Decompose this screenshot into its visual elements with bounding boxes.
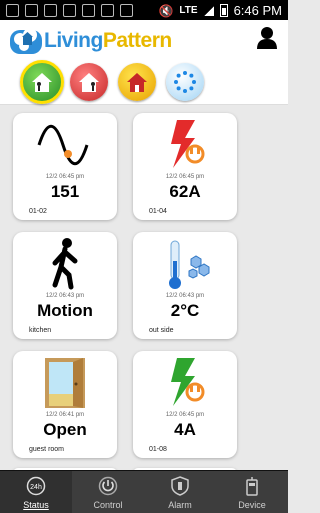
sensor-tile-signal[interactable]: 12/2 06:45 pm 151 01-02 xyxy=(13,113,117,220)
tile-value: 151 xyxy=(50,182,80,201)
house-icon xyxy=(127,73,147,92)
signal-icon xyxy=(203,5,214,16)
power-plug-green-icon xyxy=(171,358,205,406)
mode-home-button[interactable] xyxy=(20,60,64,104)
sensor-tile-temperature[interactable]: 12/2 06:43 pm 2°C out side xyxy=(133,232,237,339)
thermometer-icon xyxy=(169,240,210,289)
spinner-icon xyxy=(174,71,196,93)
tile-timestamp: 12/2 06:45 pm xyxy=(45,174,85,180)
user-icon[interactable] xyxy=(256,26,278,50)
svg-text:24h: 24h xyxy=(30,484,42,491)
tile-label: kitchen xyxy=(29,327,52,334)
device-icon xyxy=(246,477,258,496)
brand-title: LivingPattern xyxy=(44,29,172,53)
tile-label: 01-02 xyxy=(29,208,47,215)
door-icon xyxy=(45,358,85,408)
tile-label: out side xyxy=(149,327,174,334)
tile-timestamp: 12/2 06:43 pm xyxy=(45,293,85,299)
brand-title-part1: Living xyxy=(44,29,103,52)
power-icon xyxy=(98,476,118,496)
mode-loading-button[interactable] xyxy=(166,63,204,101)
tile-value: 62A xyxy=(169,182,201,201)
tile-value: Open xyxy=(43,420,87,439)
sensor-tile-power[interactable]: 12/2 06:45 pm 62A 01-04 xyxy=(133,113,237,220)
clock-24h-icon: 24h xyxy=(26,476,46,496)
tile-timestamp: 12/2 06:45 pm xyxy=(165,174,205,180)
tile-value: Motion xyxy=(37,301,93,320)
tile-timestamp: 12/2 06:41 pm xyxy=(45,412,85,418)
nav-status-label: Status xyxy=(23,500,49,510)
shield-icon xyxy=(171,476,189,496)
app-logo-icon xyxy=(10,28,42,54)
mode-toolbar xyxy=(0,60,288,105)
app-header: LivingPattern xyxy=(0,20,288,61)
mute-icon: 🔇 xyxy=(158,3,174,18)
tile-timestamp: 12/2 06:43 pm xyxy=(165,293,205,299)
nav-alarm[interactable]: Alarm xyxy=(144,471,216,513)
nav-control-label: Control xyxy=(93,500,123,510)
brand-title-part2: Pattern xyxy=(102,29,172,52)
network-type: LTE xyxy=(179,5,198,16)
sensor-tile-door[interactable]: 12/2 06:41 pm Open guest room xyxy=(13,351,117,458)
nav-device-label: Device xyxy=(238,500,266,510)
sensor-tile-power-2[interactable]: 12/2 06:45 pm 4A 01-08 xyxy=(133,351,237,458)
battery-icon xyxy=(219,4,228,17)
bottom-navigation: 24h Status Control Alarm Device xyxy=(0,470,288,513)
status-bar: 🔇 LTE 6:46 PM xyxy=(0,0,288,20)
sensor-tile-motion[interactable]: 12/2 06:43 pm Motion kitchen xyxy=(13,232,117,339)
tile-timestamp: 12/2 06:45 pm xyxy=(165,412,205,418)
tile-value: 4A xyxy=(174,420,196,439)
notification-icons xyxy=(6,4,133,17)
mode-away-button[interactable] xyxy=(70,63,108,101)
away-home-icon xyxy=(79,73,99,92)
nav-control[interactable]: Control xyxy=(72,471,144,513)
mode-night-button[interactable] xyxy=(118,63,156,101)
sine-wave-icon xyxy=(37,124,89,166)
tile-value: 2°C xyxy=(170,301,200,320)
clock: 6:46 PM xyxy=(233,3,282,18)
nav-alarm-label: Alarm xyxy=(168,500,192,510)
tile-label: 01-04 xyxy=(149,208,167,215)
nav-device[interactable]: Device xyxy=(216,471,288,513)
tile-label: guest room xyxy=(29,446,65,453)
tile-label: 01-08 xyxy=(149,446,167,453)
walking-person-icon xyxy=(52,238,78,290)
home-person-icon xyxy=(32,73,52,92)
nav-status[interactable]: 24h Status xyxy=(0,471,72,513)
power-plug-icon xyxy=(171,120,205,168)
